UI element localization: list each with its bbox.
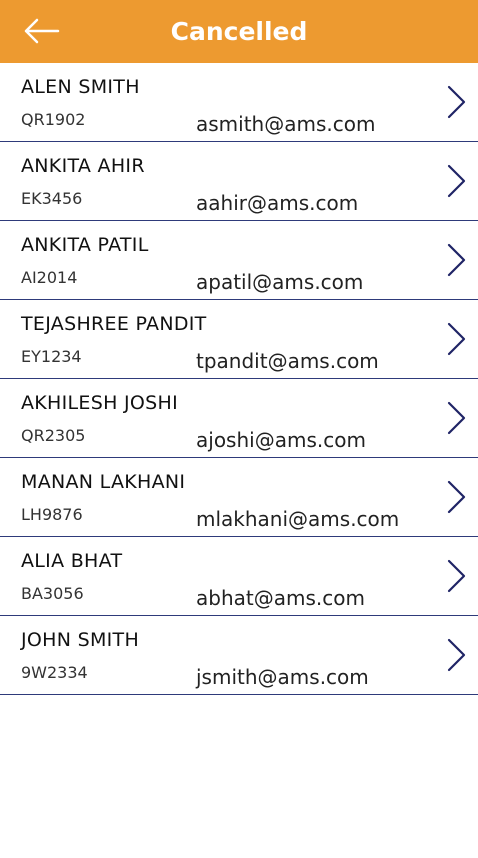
item-name: ANKITA PATIL (21, 234, 149, 256)
item-email: jsmith@ams.com (196, 665, 369, 689)
chevron-right-icon (446, 559, 468, 593)
arrow-left-icon (24, 18, 60, 44)
page-title: Cancelled (170, 17, 308, 46)
chevron-right-icon (446, 638, 468, 672)
chevron-right-icon (446, 401, 468, 435)
item-code: LH9876 (21, 505, 83, 524)
item-email: mlakhani@ams.com (196, 507, 400, 531)
list-item[interactable]: ANKITA AHIR EK3456 aahir@ams.com (0, 142, 478, 221)
item-email: asmith@ams.com (196, 112, 376, 136)
item-code: BA3056 (21, 584, 84, 603)
header-bar: Cancelled (0, 0, 478, 63)
list-item[interactable]: ALEN SMITH QR1902 asmith@ams.com (0, 63, 478, 142)
list-item[interactable]: ALIA BHAT BA3056 abhat@ams.com (0, 537, 478, 616)
item-name: ALIA BHAT (21, 550, 123, 572)
item-code: EY1234 (21, 347, 82, 366)
item-name: MANAN LAKHANI (21, 471, 186, 493)
item-email: ajoshi@ams.com (196, 428, 366, 452)
item-name: AKHILESH JOSHI (21, 392, 179, 414)
list-item[interactable]: AKHILESH JOSHI QR2305 ajoshi@ams.com (0, 379, 478, 458)
item-email: tpandit@ams.com (196, 349, 379, 373)
item-code: QR1902 (21, 110, 86, 129)
chevron-right-icon (446, 480, 468, 514)
chevron-right-icon (446, 164, 468, 198)
chevron-right-icon (446, 85, 468, 119)
cancelled-list: ALEN SMITH QR1902 asmith@ams.com ANKITA … (0, 63, 478, 695)
chevron-right-icon (446, 322, 468, 356)
list-item[interactable]: JOHN SMITH 9W2334 jsmith@ams.com (0, 616, 478, 695)
item-code: AI2014 (21, 268, 78, 287)
item-name: ALEN SMITH (21, 76, 140, 98)
item-name: TEJASHREE PANDIT (21, 313, 207, 335)
list-item[interactable]: MANAN LAKHANI LH9876 mlakhani@ams.com (0, 458, 478, 537)
item-code: QR2305 (21, 426, 86, 445)
list-item[interactable]: TEJASHREE PANDIT EY1234 tpandit@ams.com (0, 300, 478, 379)
back-button[interactable] (18, 12, 64, 50)
list-item[interactable]: ANKITA PATIL AI2014 apatil@ams.com (0, 221, 478, 300)
chevron-right-icon (446, 243, 468, 277)
item-code: EK3456 (21, 189, 83, 208)
item-email: abhat@ams.com (196, 586, 365, 610)
item-name: JOHN SMITH (21, 629, 140, 651)
item-email: apatil@ams.com (196, 270, 364, 294)
item-code: 9W2334 (21, 663, 88, 682)
item-email: aahir@ams.com (196, 191, 359, 215)
item-name: ANKITA AHIR (21, 155, 145, 177)
